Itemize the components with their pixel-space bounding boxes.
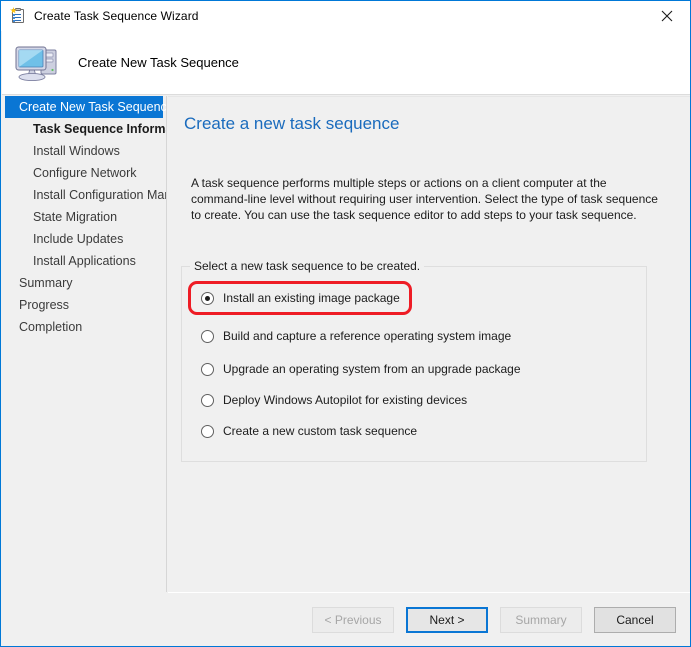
wizard-banner: Create New Task Sequence	[2, 31, 690, 95]
radio-indicator	[201, 291, 214, 305]
sidebar-item-label: Progress	[19, 298, 70, 312]
task-sequence-clipboard-icon	[10, 7, 26, 24]
radio-label: Install an existing image package	[223, 291, 400, 305]
sidebar-item-install-windows[interactable]: Install Windows	[5, 140, 163, 162]
sidebar-item-label: Task Sequence Information	[33, 122, 166, 136]
sidebar-item-install-applications[interactable]: Install Applications	[5, 250, 163, 272]
next-button[interactable]: Next >	[406, 607, 488, 633]
window-title: Create Task Sequence Wizard	[34, 9, 199, 23]
sidebar-item-include-updates[interactable]: Include Updates	[5, 228, 163, 250]
radio-indicator	[201, 362, 214, 376]
radio-label: Create a new custom task sequence	[223, 424, 418, 438]
sidebar-item-label: Completion	[19, 320, 83, 334]
sidebar-item-label: Install Configuration Manager	[33, 188, 166, 202]
sidebar-item-install-configuration-manager[interactable]: Install Configuration Manager	[5, 184, 166, 206]
sidebar-item-configure-network[interactable]: Configure Network	[5, 162, 163, 184]
sidebar-item-label: Create New Task Sequence	[19, 100, 167, 114]
wizard-footer: < Previous Next > Summary Cancel	[168, 592, 690, 646]
task-sequence-type-groupbox: Select a new task sequence to be created…	[181, 259, 647, 462]
radio-build-and-capture-reference-image[interactable]: Build and capture a reference operating …	[201, 329, 511, 343]
page-description: A task sequence performs multiple steps …	[191, 176, 658, 222]
radio-label: Build and capture a reference operating …	[223, 329, 512, 343]
radio-install-existing-image-package[interactable]: Install an existing image package	[201, 291, 400, 305]
sidebar-item-state-migration[interactable]: State Migration	[5, 206, 163, 228]
wizard-window: Create Task Sequence Wizard Create New T…	[0, 0, 691, 647]
sidebar-item-progress[interactable]: Progress	[5, 294, 163, 316]
computer-monitor-icon	[14, 41, 62, 85]
radio-create-custom-task-sequence[interactable]: Create a new custom task sequence	[201, 424, 417, 438]
footer-button-group: < Previous Next > Summary Cancel	[312, 607, 676, 633]
radio-indicator	[201, 329, 214, 343]
summary-button[interactable]: Summary	[500, 607, 582, 633]
previous-button[interactable]: < Previous	[312, 607, 394, 633]
footer-left-strip	[2, 592, 168, 646]
sidebar-item-create-new-task-sequence[interactable]: Create New Task Sequence	[5, 96, 166, 118]
title-bar: Create Task Sequence Wizard	[1, 1, 690, 31]
sidebar-item-label: Summary	[19, 276, 73, 290]
sidebar-item-label: Install Applications	[33, 254, 136, 268]
page-title: Create a new task sequence	[184, 114, 400, 133]
sidebar-item-label: Install Windows	[33, 144, 120, 158]
sidebar-item-label: Configure Network	[33, 166, 137, 180]
sidebar-item-label: Include Updates	[33, 232, 124, 246]
radio-deploy-windows-autopilot[interactable]: Deploy Windows Autopilot for existing de…	[201, 393, 467, 407]
cancel-button[interactable]: Cancel	[594, 607, 676, 633]
close-icon[interactable]	[644, 1, 690, 30]
banner-title: Create New Task Sequence	[78, 55, 239, 70]
sidebar-item-label: State Migration	[33, 210, 118, 224]
radio-upgrade-operating-system[interactable]: Upgrade an operating system from an upgr…	[201, 362, 521, 376]
radio-label: Deploy Windows Autopilot for existing de…	[223, 393, 468, 407]
groupbox-label: Select a new task sequence to be created…	[190, 259, 425, 273]
sidebar-item-completion[interactable]: Completion	[5, 316, 163, 338]
sidebar-item-task-sequence-information[interactable]: Task Sequence Information	[5, 118, 166, 140]
radio-indicator	[201, 424, 214, 438]
radio-indicator	[201, 393, 214, 407]
wizard-step-sidebar: Create New Task Sequence Task Sequence I…	[2, 96, 167, 624]
wizard-content-pane: Create a new task sequence A task sequen…	[168, 96, 690, 591]
radio-label: Upgrade an operating system from an upgr…	[223, 362, 521, 376]
sidebar-item-summary[interactable]: Summary	[5, 272, 163, 294]
